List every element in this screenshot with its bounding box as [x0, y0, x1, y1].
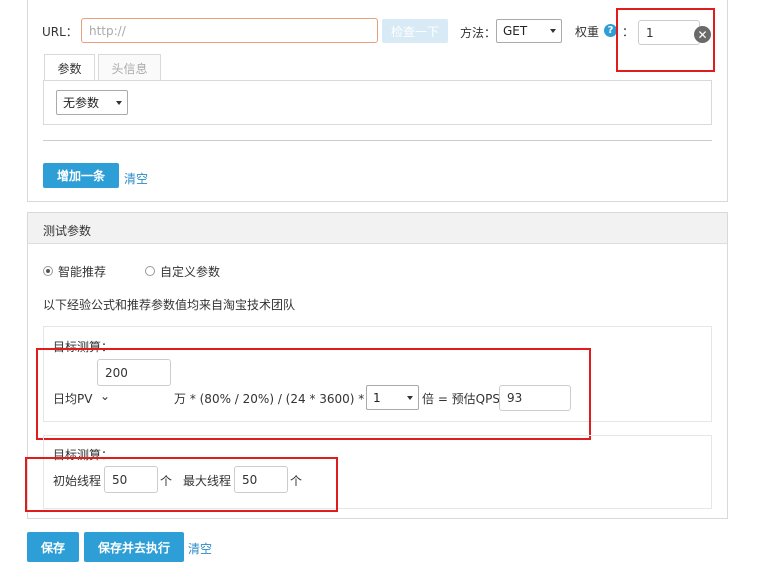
chevron-down-icon — [116, 100, 122, 105]
threads-highlight — [25, 457, 338, 512]
params-area — [43, 80, 712, 125]
save-button[interactable]: 保存 — [27, 532, 79, 562]
weight-highlight — [616, 8, 715, 72]
chevron-down-icon — [550, 29, 556, 33]
method-select[interactable]: GET — [496, 19, 562, 43]
url-input[interactable]: http:// — [81, 18, 378, 43]
tab-headers[interactable]: 头信息 — [98, 54, 161, 81]
add-row-button[interactable]: 增加一条 — [43, 163, 119, 188]
param-type-select[interactable]: 无参数 — [56, 90, 128, 115]
url-label: URL： — [42, 25, 78, 39]
divider — [43, 140, 712, 141]
clear-link[interactable]: 清空 — [124, 170, 148, 187]
radio-custom-label: 自定义参数 — [160, 265, 221, 279]
test-params-title: 测试参数 — [43, 224, 92, 238]
pv-highlight — [36, 348, 591, 440]
footer-clear-link[interactable]: 清空 — [188, 540, 212, 557]
tab-params[interactable]: 参数 — [44, 54, 95, 81]
test-params-header — [28, 213, 727, 244]
method-label: 方法： — [460, 26, 497, 40]
weight-label: 权重 — [575, 25, 600, 39]
radio-smart-label: 智能推荐 — [58, 265, 107, 279]
info-text: 以下经验公式和推荐参数值均来自淘宝技术团队 — [43, 298, 296, 312]
radio-smart[interactable] — [43, 266, 53, 276]
url-placeholder: http:// — [89, 23, 126, 38]
radio-custom[interactable] — [145, 266, 155, 276]
save-and-run-button[interactable]: 保存并去执行 — [84, 532, 184, 562]
check-button[interactable]: 检查一下 — [382, 19, 448, 43]
